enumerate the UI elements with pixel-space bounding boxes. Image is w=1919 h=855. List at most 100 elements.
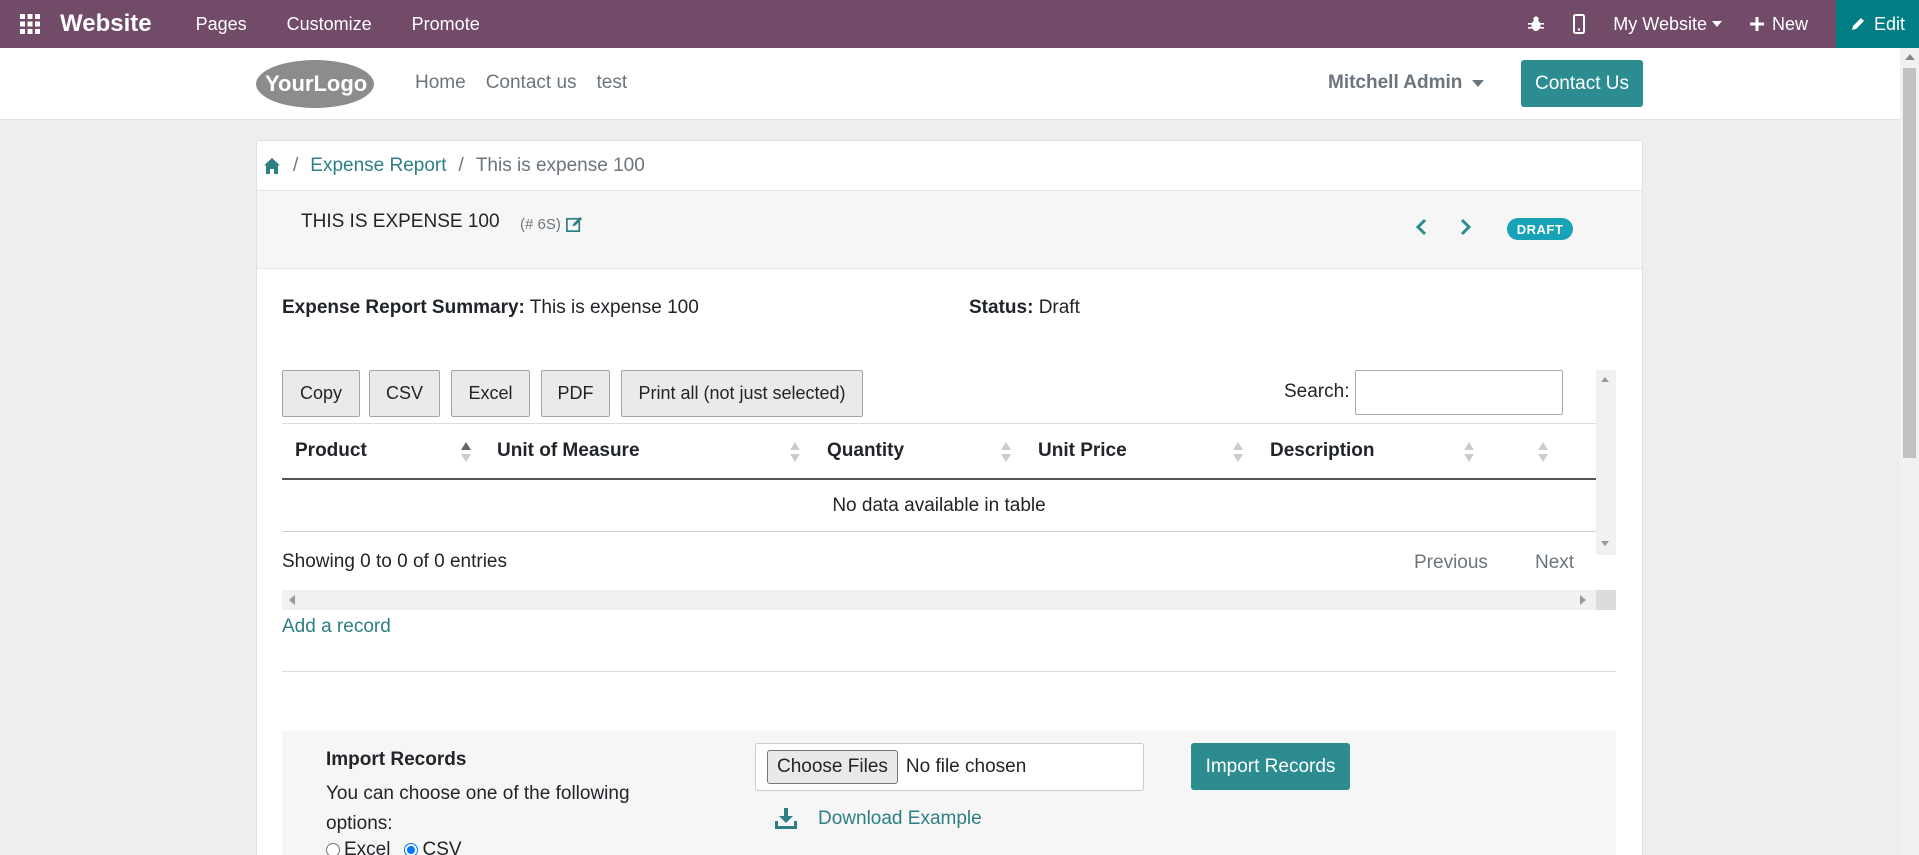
apps-menu-icon[interactable]: [0, 0, 60, 48]
column-product[interactable]: Product: [295, 440, 367, 462]
breadcrumb-current: This is expense 100: [475, 154, 645, 176]
sort-icon[interactable]: [790, 442, 800, 464]
pagination-previous[interactable]: Previous: [1414, 552, 1488, 574]
import-format-options: Excel CSV: [326, 839, 462, 855]
menu-pages[interactable]: Pages: [196, 14, 247, 35]
column-unit-price[interactable]: Unit Price: [1038, 440, 1127, 462]
site-nav: Home Contact us test: [415, 72, 647, 94]
user-menu[interactable]: Mitchell Admin: [1328, 72, 1485, 94]
import-records-button[interactable]: Import Records: [1191, 743, 1350, 790]
add-record-link[interactable]: Add a record: [282, 616, 391, 638]
page-scrollbar[interactable]: [1900, 48, 1919, 855]
website-selector-label: My Website: [1613, 13, 1707, 34]
scroll-down-arrow[interactable]: [1601, 541, 1609, 546]
radio-csv-label: CSV: [422, 839, 462, 855]
menu-promote[interactable]: Promote: [412, 14, 480, 35]
copy-button[interactable]: Copy: [282, 370, 360, 417]
record-title-bar: THIS IS EXPENSE 100 (# 6S) DRAFT: [257, 191, 1642, 269]
new-button[interactable]: New: [1749, 13, 1808, 35]
empty-table-message: No data available in table: [282, 480, 1596, 532]
scroll-right-arrow[interactable]: [1580, 595, 1586, 605]
search-label: Search:: [1284, 381, 1350, 402]
breadcrumb: / Expense Report / This is expense 100: [257, 141, 1642, 191]
sort-icon[interactable]: [1464, 442, 1474, 464]
table-horizontal-scrollbar[interactable]: [282, 590, 1596, 610]
download-example-label: Download Example: [818, 808, 982, 829]
download-example-link[interactable]: Download Example: [774, 808, 982, 830]
edit-button-label: Edit: [1873, 13, 1906, 34]
breadcrumb-separator: /: [458, 154, 464, 176]
column-unit-of-measure[interactable]: Unit of Measure: [497, 440, 640, 462]
summary-label: Expense Report Summary:: [282, 297, 525, 318]
summary-value: This is expense 100: [529, 297, 699, 318]
website-selector[interactable]: My Website: [1613, 14, 1722, 35]
scroll-up-arrow[interactable]: [1905, 54, 1915, 60]
sort-icon[interactable]: [461, 442, 471, 464]
pdf-export-button[interactable]: PDF: [541, 370, 610, 417]
status-label: Status:: [969, 297, 1034, 318]
breadcrumb-expense-report[interactable]: Expense Report: [310, 155, 446, 177]
sort-icon[interactable]: [1538, 442, 1548, 464]
radio-excel[interactable]: [326, 843, 340, 855]
column-description[interactable]: Description: [1270, 440, 1375, 462]
download-icon: [775, 808, 797, 829]
table-header-row: Product Unit of Measure Quantity Unit Pr…: [282, 423, 1596, 480]
next-record-icon[interactable]: [1455, 217, 1475, 237]
file-upload-field: Choose Files No file chosen: [755, 743, 1144, 791]
choose-files-button[interactable]: Choose Files: [767, 750, 898, 784]
no-file-chosen-text: No file chosen: [905, 756, 1027, 777]
edit-button[interactable]: Edit: [1836, 0, 1919, 48]
edit-icon[interactable]: [565, 215, 584, 234]
scroll-up-arrow[interactable]: [1601, 377, 1609, 382]
record-reference: (# 6S): [520, 215, 584, 234]
expense-lines-table: Product Unit of Measure Quantity Unit Pr…: [282, 423, 1596, 532]
new-button-label: New: [1771, 13, 1808, 34]
svg-text:YourLogo: YourLogo: [265, 71, 367, 96]
divider: [282, 671, 1616, 672]
table-search-input[interactable]: [1355, 370, 1563, 415]
record-card: / Expense Report / This is expense 100 T…: [256, 140, 1643, 855]
breadcrumb-separator: /: [293, 154, 299, 176]
scrollbar-thumb[interactable]: [1903, 68, 1916, 458]
record-title: THIS IS EXPENSE 100: [301, 211, 500, 232]
user-name: Mitchell Admin: [1328, 72, 1463, 93]
debug-bug-icon[interactable]: [1527, 15, 1545, 33]
print-all-button[interactable]: Print all (not just selected): [621, 370, 863, 417]
contact-us-button[interactable]: Contact Us: [1521, 60, 1643, 107]
pencil-icon: [1851, 18, 1864, 30]
mobile-preview-icon[interactable]: [1573, 14, 1586, 34]
company-logo[interactable]: YourLogo: [255, 59, 375, 109]
website-admin-bar: Website Pages Customize Promote My Websi…: [0, 0, 1919, 48]
scroll-left-arrow[interactable]: [289, 595, 295, 605]
chevron-down-icon: [1711, 21, 1722, 27]
record-status: Status: Draft: [969, 297, 1080, 319]
nav-test[interactable]: test: [597, 72, 628, 94]
nav-contact-us[interactable]: Contact us: [486, 72, 577, 94]
sort-icon[interactable]: [1233, 442, 1243, 464]
record-ref-text: (# 6S): [520, 216, 561, 233]
column-quantity[interactable]: Quantity: [827, 440, 904, 462]
nav-home[interactable]: Home: [415, 72, 466, 94]
status-value: Draft: [1038, 297, 1080, 318]
radio-excel-label: Excel: [344, 839, 391, 855]
import-records-panel: Import Records You can choose one of the…: [282, 731, 1616, 855]
expense-summary: Expense Report Summary: This is expense …: [282, 297, 699, 319]
radio-csv[interactable]: [404, 843, 419, 855]
import-description: You can choose one of the following opti…: [326, 783, 630, 834]
excel-export-button[interactable]: Excel: [451, 370, 530, 417]
table-vertical-scrollbar[interactable]: [1596, 370, 1616, 555]
plus-icon: [1749, 17, 1764, 31]
table-info: Showing 0 to 0 of 0 entries: [282, 551, 507, 572]
app-brand[interactable]: Website: [60, 10, 152, 38]
menu-customize[interactable]: Customize: [287, 14, 372, 35]
home-icon[interactable]: [263, 157, 281, 175]
scrollbar-corner: [1596, 590, 1616, 610]
pagination-next[interactable]: Next: [1535, 552, 1574, 574]
site-header: YourLogo Home Contact us test Mitchell A…: [0, 48, 1900, 120]
sort-icon[interactable]: [1001, 442, 1011, 464]
chevron-down-icon: [1472, 79, 1485, 87]
csv-export-button[interactable]: CSV: [369, 370, 440, 417]
previous-record-icon[interactable]: [1412, 217, 1432, 237]
status-badge: DRAFT: [1507, 218, 1573, 240]
import-title: Import Records: [326, 749, 467, 770]
